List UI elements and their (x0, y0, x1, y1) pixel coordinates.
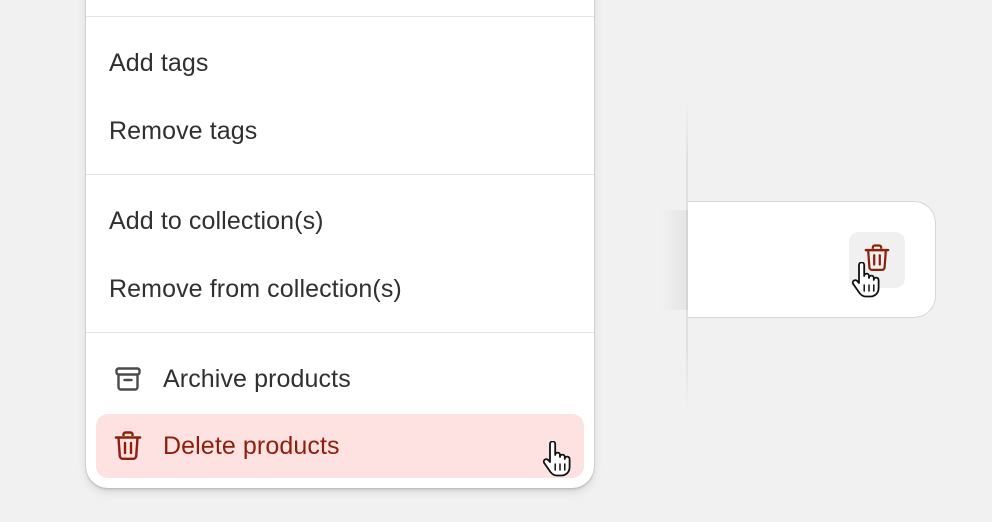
hand-pointer-cursor-icon (541, 440, 571, 477)
menu-item-remove-from-collection[interactable]: Remove from collection(s) (86, 257, 594, 321)
menu-item-label: Remove from collection(s) (109, 274, 402, 303)
hand-pointer-cursor-icon (850, 261, 880, 298)
menu-item-add-to-collection[interactable]: Add to collection(s) (86, 189, 594, 253)
menu-item-label: Remove tags (109, 116, 258, 145)
card-shadow (660, 210, 690, 310)
menu-item-label: Add to collection(s) (109, 206, 324, 235)
menu-item-archive-products[interactable]: Archive products (86, 347, 594, 411)
trash-icon (113, 431, 143, 461)
archive-icon (113, 364, 143, 394)
menu-item-delete-products[interactable]: Delete products (96, 414, 584, 478)
menu-divider (86, 174, 594, 175)
menu-item-label: Archive products (163, 364, 351, 393)
menu-item-label: Delete products (163, 431, 340, 460)
menu-divider (86, 332, 594, 333)
bulk-actions-menu: Add tags Remove tags Add to collection(s… (86, 0, 594, 488)
menu-divider (86, 16, 594, 17)
product-row-card (688, 201, 936, 318)
menu-item-label: Add tags (109, 48, 209, 77)
menu-item-add-tags[interactable]: Add tags (86, 31, 594, 95)
menu-item-remove-tags[interactable]: Remove tags (86, 99, 594, 163)
